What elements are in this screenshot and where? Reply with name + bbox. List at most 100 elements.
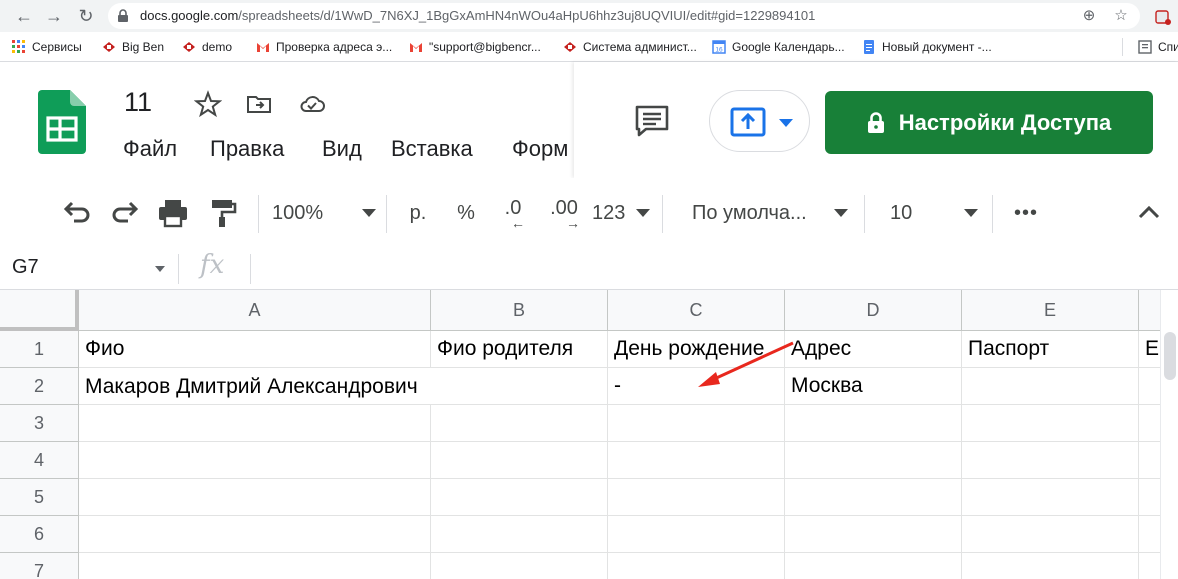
column-header-b[interactable]: B — [431, 290, 608, 331]
cell-d3[interactable] — [785, 405, 962, 442]
cell-c5[interactable] — [608, 479, 785, 516]
cell-e3[interactable] — [962, 405, 1139, 442]
bookmark-reading-list[interactable]: Спи — [1138, 38, 1178, 56]
menu-format[interactable]: Форм — [512, 136, 568, 162]
cell-f6[interactable] — [1139, 516, 1160, 553]
row-header-7[interactable]: 7 — [0, 553, 79, 579]
more-formats-select[interactable]: 123 — [592, 196, 650, 230]
cell-a1[interactable]: Фио — [79, 331, 431, 368]
cell-d2[interactable]: Москва — [785, 368, 962, 405]
cell-e2[interactable] — [962, 368, 1139, 405]
menu-insert[interactable]: Вставка — [391, 136, 473, 162]
cell-f3[interactable] — [1139, 405, 1160, 442]
formula-input[interactable] — [262, 256, 1142, 282]
star-icon[interactable] — [194, 90, 222, 118]
cell-f7[interactable] — [1139, 553, 1160, 579]
share-button[interactable]: Настройки Доступа — [825, 91, 1153, 154]
cloud-saved-icon[interactable] — [298, 90, 326, 118]
cell-f1[interactable]: Е — [1139, 331, 1160, 368]
cell-d5[interactable] — [785, 479, 962, 516]
column-header-f[interactable] — [1139, 290, 1160, 331]
sheets-logo-icon[interactable] — [38, 90, 86, 154]
zoom-icon[interactable]: ⊕ — [1080, 7, 1098, 25]
cell-b5[interactable] — [431, 479, 608, 516]
name-box-dropdown-icon[interactable] — [155, 266, 165, 272]
currency-format-button[interactable]: р. — [404, 196, 432, 230]
cell-c2[interactable]: - — [608, 368, 785, 405]
cell-a5[interactable] — [79, 479, 431, 516]
menu-edit[interactable]: Правка — [210, 136, 284, 162]
comment-history-icon[interactable] — [634, 104, 670, 138]
row-header-6[interactable]: 6 — [0, 516, 79, 553]
collapse-menus-icon[interactable] — [1134, 196, 1164, 230]
cell-a7[interactable] — [79, 553, 431, 579]
reload-icon[interactable]: ↻ — [74, 4, 98, 28]
cell-e6[interactable] — [962, 516, 1139, 553]
cell-c1[interactable]: День рождение — [608, 331, 785, 368]
cell-b1[interactable]: Фио родителя — [431, 331, 608, 368]
address-bar[interactable]: docs.google.com/spreadsheets/d/1WwD_7N6X… — [108, 3, 1140, 29]
bookmark-demo[interactable]: demo — [182, 38, 232, 56]
cell-b6[interactable] — [431, 516, 608, 553]
percent-format-button[interactable]: % — [452, 196, 480, 230]
bookmark-calendar[interactable]: 16 Google Календарь... — [712, 38, 845, 56]
paint-format-icon[interactable] — [206, 196, 240, 230]
forward-icon[interactable]: → — [42, 4, 66, 28]
cell-f5[interactable] — [1139, 479, 1160, 516]
cell-d7[interactable] — [785, 553, 962, 579]
cell-f2[interactable] — [1139, 368, 1160, 405]
menu-view[interactable]: Вид — [322, 136, 362, 162]
cell-c3[interactable] — [608, 405, 785, 442]
cell-a4[interactable] — [79, 442, 431, 479]
column-header-d[interactable]: D — [785, 290, 962, 331]
bookmark-bigben[interactable]: Big Ben — [102, 38, 164, 56]
scrollbar-thumb[interactable] — [1164, 332, 1176, 380]
cell-f4[interactable] — [1139, 442, 1160, 479]
cell-d1[interactable]: Адрес — [785, 331, 962, 368]
cell-b7[interactable] — [431, 553, 608, 579]
back-icon[interactable]: ← — [12, 4, 36, 28]
zoom-select[interactable]: 100% — [272, 196, 376, 230]
cell-e4[interactable] — [962, 442, 1139, 479]
more-options-icon[interactable]: ••• — [1010, 196, 1042, 230]
bookmark-new-doc[interactable]: Новый документ -... — [862, 38, 992, 56]
undo-icon[interactable] — [60, 196, 94, 230]
bookmark-admin[interactable]: Система админист... — [563, 38, 697, 56]
present-button[interactable] — [709, 90, 810, 152]
cell-e5[interactable] — [962, 479, 1139, 516]
increase-decimal-button[interactable]: .00 → — [546, 196, 582, 230]
cell-e7[interactable] — [962, 553, 1139, 579]
cell-a2[interactable]: Макаров Дмитрий Александрович — [79, 368, 431, 405]
cell-b2[interactable] — [431, 368, 608, 405]
cell-a6[interactable] — [79, 516, 431, 553]
row-header-5[interactable]: 5 — [0, 479, 79, 516]
decrease-decimal-button[interactable]: .0 ← — [498, 196, 528, 230]
cell-b3[interactable] — [431, 405, 608, 442]
bookmark-email-check[interactable]: Проверка адреса э... — [256, 38, 392, 56]
bookmark-services[interactable]: Сервисы — [12, 38, 82, 56]
row-header-2[interactable]: 2 — [0, 368, 79, 405]
row-header-1[interactable]: 1 — [0, 331, 79, 368]
cell-c7[interactable] — [608, 553, 785, 579]
cell-c4[interactable] — [608, 442, 785, 479]
doc-title[interactable]: 11 — [124, 87, 152, 118]
column-header-c[interactable]: C — [608, 290, 785, 331]
print-icon[interactable] — [156, 196, 190, 230]
column-header-e[interactable]: E — [962, 290, 1139, 331]
move-folder-icon[interactable] — [245, 90, 273, 118]
cell-a3[interactable] — [79, 405, 431, 442]
select-all-corner[interactable] — [0, 290, 79, 331]
column-header-a[interactable]: A — [79, 290, 431, 331]
cell-d4[interactable] — [785, 442, 962, 479]
cell-b4[interactable] — [431, 442, 608, 479]
cell-e1[interactable]: Паспорт — [962, 331, 1139, 368]
cell-d6[interactable] — [785, 516, 962, 553]
bookmark-support[interactable]: "support@bigbencr... — [409, 38, 541, 56]
row-header-3[interactable]: 3 — [0, 405, 79, 442]
row-header-4[interactable]: 4 — [0, 442, 79, 479]
name-box[interactable]: G7 — [12, 256, 39, 279]
bookmark-star-icon[interactable]: ☆ — [1112, 7, 1130, 25]
vertical-scrollbar[interactable] — [1160, 290, 1178, 579]
menu-file[interactable]: Файл — [123, 136, 177, 162]
extension-icon[interactable] — [1154, 8, 1172, 26]
